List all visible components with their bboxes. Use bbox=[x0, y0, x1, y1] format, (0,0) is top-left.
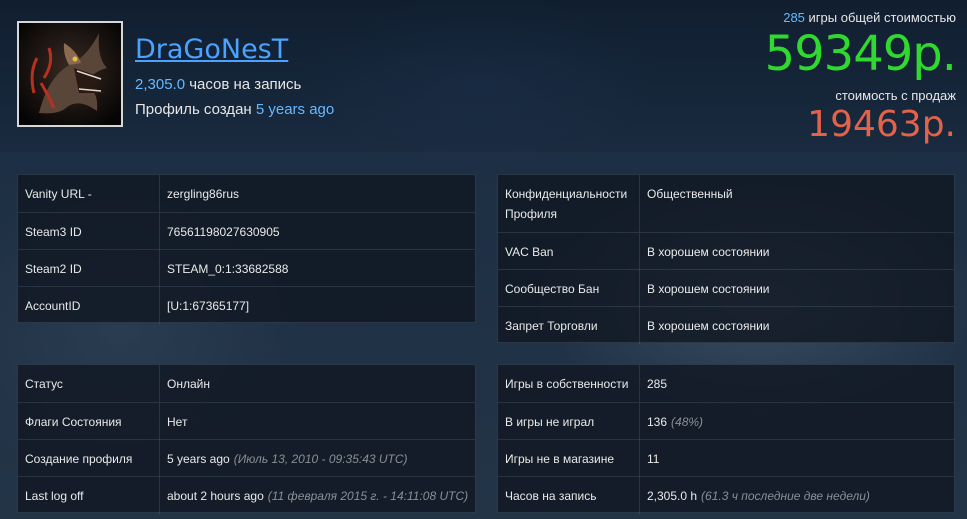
ids-panel: Vanity URL - zergling86rus Steam3 ID 765… bbox=[17, 174, 476, 324]
row-label: Игры не в магазине bbox=[505, 451, 615, 466]
sale-value: 19463р. bbox=[807, 104, 956, 145]
games-count-line: 285 игры общей стоимостью bbox=[783, 10, 956, 25]
value-text: Нет bbox=[167, 414, 188, 429]
total-value: 59349р. bbox=[764, 26, 957, 82]
row-label: Запрет Торговли bbox=[505, 318, 598, 333]
hours-suffix: часов на запись bbox=[185, 76, 302, 93]
games-count: 285 bbox=[783, 10, 805, 25]
row-label: VAC Ban bbox=[505, 244, 554, 259]
state-panel: Статус Онлайн Флаги Состояния Нет Создан… bbox=[17, 364, 476, 514]
row-label: Игры в собственности bbox=[505, 376, 629, 391]
row-value: [U:1:67365177] bbox=[159, 287, 475, 324]
hours-value: 2,305.0 bbox=[135, 76, 186, 93]
dragon-avatar-icon bbox=[19, 23, 121, 125]
row-value: Онлайн bbox=[159, 365, 475, 402]
bans-panel: Конфиденциальности Профиля Общественный … bbox=[497, 174, 955, 344]
row-label: В игры не играл bbox=[505, 414, 595, 429]
row-value: Общественный bbox=[639, 175, 954, 232]
games-count-suffix: игры общей стоимостью bbox=[804, 10, 956, 25]
row-value: В хорошем состоянии bbox=[639, 270, 954, 307]
table-row: AccountID [U:1:67365177] bbox=[18, 286, 475, 324]
table-row: VAC Ban В хорошем состоянии bbox=[498, 232, 954, 270]
table-row: В игры не играл 136 (48%) bbox=[498, 402, 954, 440]
value-text: Онлайн bbox=[167, 376, 210, 391]
table-row: Игры не в магазине 11 bbox=[498, 439, 954, 477]
table-row: Создание профиля 5 years ago (Июль 13, 20… bbox=[18, 439, 475, 477]
row-label: Сообщество Бан bbox=[505, 281, 600, 296]
table-row: Steam2 ID STEAM_0:1:33682588 bbox=[18, 249, 475, 287]
row-label: Конфиденциальности Профиля bbox=[505, 187, 628, 221]
table-row: Конфиденциальности Профиля Общественный bbox=[498, 175, 954, 232]
table-row: Запрет Торговли В хорошем состоянии bbox=[498, 306, 954, 344]
table-row: Сообщество Бан В хорошем состоянии bbox=[498, 269, 954, 307]
value-note: (11 февраля 2015 г. - 14:11:08 UTC) bbox=[267, 488, 469, 503]
value-text: 5 years ago bbox=[167, 451, 230, 466]
row-label: Флаги Состояния bbox=[25, 414, 122, 429]
row-label: Last log off bbox=[25, 488, 84, 503]
row-label: AccountID bbox=[25, 298, 81, 313]
row-value: 136 (48%) bbox=[639, 403, 954, 440]
row-label: Steam3 ID bbox=[25, 224, 82, 239]
table-row: Vanity URL - zergling86rus bbox=[18, 175, 475, 212]
row-label: Часов на запись bbox=[505, 488, 597, 503]
row-value: 5 years ago (Июль 13, 2010 - 09:35:43 UTC… bbox=[159, 440, 475, 477]
username-link[interactable]: DraGoNesT bbox=[135, 34, 288, 65]
value-text: 2,305.0 h bbox=[647, 488, 698, 503]
value-note: (61.3 ч последние две недели) bbox=[701, 488, 870, 503]
row-value: STEAM_0:1:33682588 bbox=[159, 250, 475, 287]
sale-value-label: стоимость с продаж bbox=[835, 88, 956, 103]
value-note: (48%) bbox=[671, 414, 704, 429]
table-row: Steam3 ID 76561198027630905 bbox=[18, 212, 475, 250]
value-text: 285 bbox=[647, 376, 668, 391]
row-label: Статус bbox=[25, 376, 63, 391]
value-text: 136 bbox=[647, 414, 668, 429]
avatar[interactable] bbox=[17, 21, 123, 127]
profile-created: Профиль создан 5 years ago bbox=[135, 101, 334, 118]
value-text: about 2 hours ago bbox=[167, 488, 264, 503]
table-row: Last log off about 2 hours ago (11 феврал… bbox=[18, 476, 475, 514]
row-value: В хорошем состоянии bbox=[639, 307, 954, 344]
table-row: Игры в собственности 285 bbox=[498, 365, 954, 402]
row-label: Создание профиля bbox=[25, 451, 133, 466]
value-text: 11 bbox=[647, 451, 660, 466]
row-label: Vanity URL - bbox=[25, 186, 92, 201]
row-value: 285 bbox=[639, 365, 954, 402]
table-row: Флаги Состояния Нет bbox=[18, 402, 475, 440]
hours-on-record: 2,305.0 часов на запись bbox=[135, 76, 301, 93]
row-value: zergling86rus bbox=[159, 175, 475, 212]
row-value: about 2 hours ago (11 февраля 2015 г. - 1… bbox=[159, 477, 475, 514]
table-row: Часов на запись 2,305.0 h (61.3 ч последн… bbox=[498, 476, 954, 514]
row-value: 11 bbox=[639, 440, 954, 477]
row-value: В хорошем состоянии bbox=[639, 233, 954, 270]
row-value: 76561198027630905 bbox=[159, 213, 475, 250]
created-prefix: Профиль создан bbox=[135, 101, 256, 118]
games-panel: Игры в собственности 285 В игры не играл… bbox=[497, 364, 955, 514]
created-value: 5 years ago bbox=[255, 101, 335, 118]
row-value: Нет bbox=[159, 403, 475, 440]
value-note: (Июль 13, 2010 - 09:35:43 UTC) bbox=[233, 451, 408, 466]
row-label: Steam2 ID bbox=[25, 261, 82, 276]
table-row: Статус Онлайн bbox=[18, 365, 475, 402]
row-value: 2,305.0 h (61.3 ч последние две недели) bbox=[639, 477, 954, 514]
